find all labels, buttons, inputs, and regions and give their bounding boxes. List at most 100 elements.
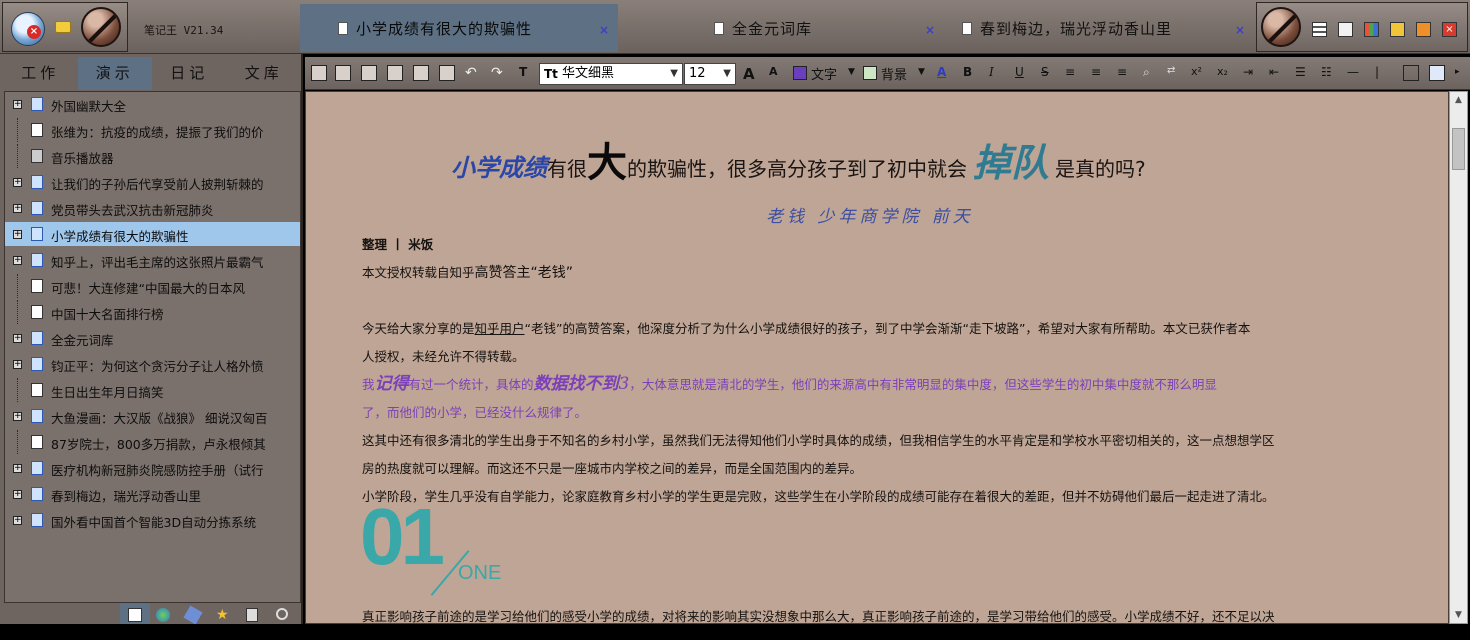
bold-button[interactable]: B [963,65,972,79]
bullet-list-icon[interactable]: ☷ [1321,65,1332,79]
find-icon[interactable]: ⌕ [1143,65,1150,80]
tree-item[interactable]: + 春到梅边，瑞光浮动香山里 [5,482,300,506]
tab-doc-1[interactable]: 小学成绩有很大的欺骗性 × [300,4,618,52]
font-grow-icon[interactable]: A [743,65,755,83]
tree-item[interactable]: + 党员带头去武汉抗击新冠肺炎 [5,196,300,220]
font-color-icon[interactable]: A [937,65,946,79]
maximize-icon[interactable] [1416,22,1431,37]
tab-library[interactable]: 文库 [227,57,302,90]
tab-diary[interactable]: 日记 [152,57,227,90]
scroll-up-icon[interactable]: ▲ [1450,92,1467,108]
list-view-icon[interactable] [1312,22,1327,37]
underline-button[interactable]: U [1015,65,1024,79]
clear-format-icon[interactable]: T [519,65,527,79]
avatar-close-badge-icon[interactable]: × [27,25,41,39]
tree-item[interactable]: + 大鱼漫画：大汉版《战狼》 细说汉匈百 [5,404,300,428]
superscript-button[interactable]: x² [1191,65,1202,78]
table-icon[interactable] [1403,65,1419,81]
new-page-icon[interactable] [311,65,327,81]
tree-item[interactable]: + 钧正平：为何这个贪污分子让人格外愤 [5,352,300,376]
logo-icon[interactable] [1261,7,1301,47]
tree-item[interactable]: 张维为：抗疫的成绩，提振了我们的价 [5,118,300,142]
expand-icon[interactable]: + [13,178,22,187]
expand-icon[interactable]: + [13,490,22,499]
expand-icon[interactable]: + [13,256,22,265]
tree-item[interactable]: + 全金元词库 [5,326,300,350]
skin-shirt-icon[interactable] [1338,22,1353,37]
blank-doc-icon[interactable] [361,65,377,81]
tree-item[interactable]: + 知乎上，评出毛主席的这张照片最霸气 [5,248,300,272]
outdent-icon[interactable]: ⇤ [1269,65,1279,79]
chevron-down-icon[interactable]: ▼ [848,67,855,77]
color-palette-icon[interactable] [1364,22,1379,37]
redo-icon[interactable]: ↷ [491,65,507,81]
editor-content[interactable]: 小学成绩 有很 大 的欺骗性，很多高分孩子到了初中就会 掉队 是真的吗? 老钱 … [305,91,1449,624]
tree-item-selected[interactable]: + 小学成绩有很大的欺骗性 [5,222,300,246]
italic-button[interactable]: I [989,65,994,79]
indent-icon[interactable]: ⇥ [1243,65,1253,79]
new-note-icon[interactable] [128,608,142,622]
zhihu-user-link[interactable]: 知乎用户 [475,321,525,336]
tab-doc-3[interactable]: 春到梅边，瑞光浮动香山里 × [924,4,1254,52]
expand-icon[interactable]: + [13,516,22,525]
font-family-select[interactable]: Tt 华文细黑 ▼ [539,63,683,85]
tree-item[interactable]: 87岁院士，800多万捐款，卢永根倾其 [5,430,300,454]
search-icon[interactable] [276,608,288,620]
tree-item[interactable]: + 让我们的子孙后代享受前人披荆斩棘的 [5,170,300,194]
tree-item[interactable]: + 医疗机构新冠肺炎院感防控手册（试行 [5,456,300,480]
align-center-icon[interactable]: ≡ [1091,65,1101,79]
expand-icon[interactable]: + [13,464,22,473]
tree-item[interactable]: + 外国幽默大全 [5,92,300,116]
scroll-down-icon[interactable]: ▼ [1450,607,1467,623]
tree-item[interactable]: 音乐播放器 [5,144,300,168]
tree-item[interactable]: 可悲！大连修建“中国最大的日本风 [5,274,300,298]
numbered-list-icon[interactable]: ☰ [1295,65,1306,79]
trash-icon[interactable] [246,608,258,622]
font-size-select[interactable]: 12 ▼ [684,63,736,85]
tab-work[interactable]: 工作 [3,57,78,90]
insert-box-icon[interactable] [1429,65,1445,81]
expand-icon[interactable]: + [13,230,22,239]
star-icon[interactable]: ★ [216,608,230,622]
more-arrow-icon[interactable]: ▸ [1455,67,1460,77]
tab-demo[interactable]: 演示 [77,57,152,90]
expand-icon[interactable]: + [13,412,22,421]
bg-color-label[interactable]: 背景 [881,64,907,83]
expand-icon[interactable]: + [13,204,22,213]
align-left-icon[interactable]: ≡ [1065,65,1075,79]
subscript-button[interactable]: x₂ [1217,65,1228,78]
strikethrough-button[interactable]: S [1041,65,1049,79]
save-icon[interactable] [439,65,455,81]
tools-icon[interactable] [183,605,203,625]
headline-part: 小学成绩 [451,153,547,182]
bg-color-swatch[interactable] [863,66,877,80]
tree-item[interactable]: + 国外看中国首个智能3D自动分拣系统 [5,508,300,532]
text-color-label[interactable]: 文字 [811,64,837,83]
horizontal-rule-icon[interactable]: — [1347,65,1359,79]
vertical-scrollbar[interactable]: ▲ ▼ [1449,91,1468,624]
font-size-value: 12 [689,66,706,81]
tree-item[interactable]: 生日出生年月日搞笑 [5,378,300,402]
undo-icon[interactable]: ↶ [465,65,481,81]
align-right-icon[interactable]: ≡ [1117,65,1127,79]
expand-icon[interactable]: + [13,360,22,369]
text-color-swatch[interactable] [793,66,807,80]
tree-item[interactable]: 中国十大名面排行榜 [5,300,300,324]
expand-icon[interactable]: + [13,334,22,343]
print-icon[interactable] [413,65,429,81]
chevron-down-icon[interactable]: ▼ [918,67,925,77]
image-icon[interactable] [387,65,403,81]
close-window-icon[interactable]: × [1442,22,1457,37]
font-shrink-icon[interactable]: A [769,65,778,78]
expand-icon[interactable]: + [13,100,22,109]
globe-icon[interactable] [156,608,170,622]
minimize-icon[interactable] [1390,22,1405,37]
scroll-thumb[interactable] [1452,128,1465,170]
folder-icon[interactable] [55,21,71,33]
logo-icon[interactable] [81,7,121,47]
tab-doc-2[interactable]: 全金元词库 × [676,4,944,52]
tab-close-icon[interactable]: × [599,23,610,37]
book-icon[interactable] [335,65,351,81]
replace-icon[interactable]: ⇄ [1167,65,1175,76]
tab-close-icon[interactable]: × [1235,23,1246,37]
